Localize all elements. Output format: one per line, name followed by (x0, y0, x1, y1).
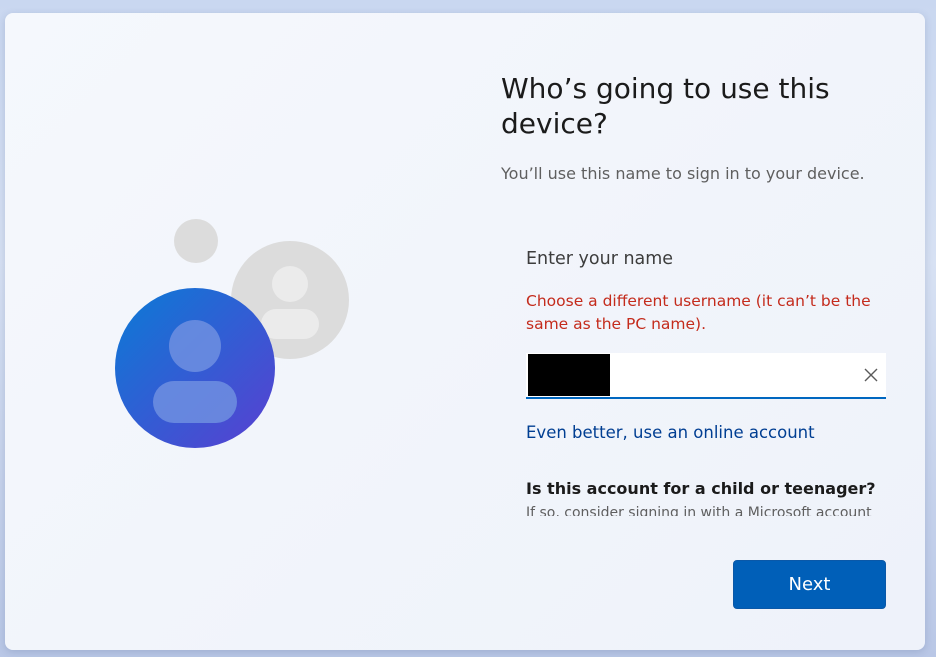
page-subtitle: You’ll use this name to sign in to your … (501, 164, 865, 183)
username-error-message: Choose a different username (it can’t be… (526, 292, 871, 333)
clear-input-button[interactable] (856, 353, 886, 397)
next-button[interactable]: Next (733, 560, 886, 609)
setup-card: Who’s going to use this device? You’ll u… (5, 13, 925, 650)
page-title: Who’s going to use this device? (501, 72, 830, 140)
name-input-value[interactable] (528, 354, 610, 396)
name-input[interactable] (526, 353, 886, 399)
name-field-label: Enter your name (526, 249, 674, 269)
child-account-detail-clip: If so, consider signing in with a Micros… (526, 506, 886, 516)
users-icon (115, 219, 349, 448)
child-account-question: Is this account for a child or teenager? (526, 479, 876, 498)
child-account-detail: If so, consider signing in with a Micros… (526, 506, 872, 516)
close-icon (864, 368, 878, 382)
online-account-link[interactable]: Even better, use an online account (526, 423, 815, 442)
users-illustration (5, 13, 465, 650)
